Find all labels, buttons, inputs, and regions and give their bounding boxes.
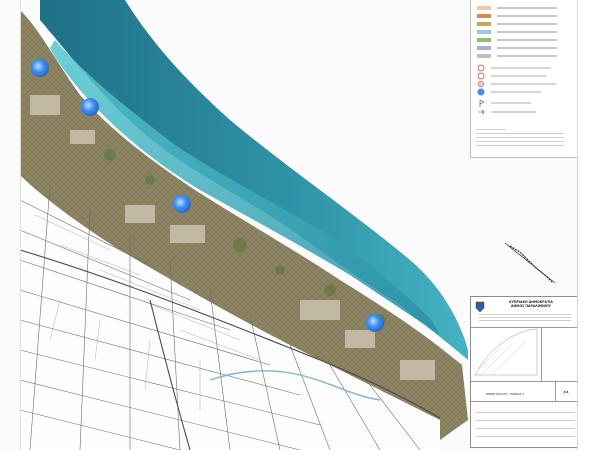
legend-label-line bbox=[497, 7, 557, 9]
title-block-divider bbox=[555, 381, 556, 401]
title-block-header: ΚΥΠΡΙΑΚΗ ΔΗΜΟΚΡΑΤΙΑ ΔΗΜΟΣ ΠΑΡΑΛΙΜΝΙΟΥ bbox=[487, 300, 575, 308]
beach-point-3-marker[interactable] bbox=[173, 195, 191, 213]
flag-icon bbox=[479, 99, 531, 107]
project-description bbox=[479, 312, 571, 323]
description-line bbox=[479, 320, 571, 321]
legend-swatch bbox=[477, 38, 491, 42]
beach-point-4-marker[interactable] bbox=[366, 314, 384, 332]
circle-arrow-icon bbox=[477, 72, 546, 80]
legend-swatch bbox=[477, 54, 491, 58]
legend-label-line bbox=[497, 55, 557, 57]
location-inset bbox=[474, 328, 538, 376]
legend-swatch bbox=[477, 14, 491, 18]
title-block: ΚΥΠΡΙΑΚΗ ΔΗΜΟΚΡΑΤΙΑ ΔΗΜΟΣ ΠΑΡΑΛΙΜΝΙΟΥ ΓΕ… bbox=[470, 296, 579, 448]
legend-swatch bbox=[477, 22, 491, 26]
revision-row bbox=[475, 431, 575, 437]
description-line bbox=[479, 317, 571, 318]
revision-row bbox=[475, 415, 575, 421]
key-map bbox=[504, 242, 556, 284]
notes-line bbox=[476, 145, 564, 146]
notes-line bbox=[476, 133, 564, 134]
notes-line bbox=[476, 137, 564, 138]
title-block-header-line-2: ΔΗΜΟΣ ΠΑΡΑΛΙΜΝΙΟΥ bbox=[511, 304, 551, 308]
legend-swatch bbox=[477, 6, 491, 10]
legend-label-line bbox=[497, 47, 557, 49]
drawing-title: ΓΕΝΙΚΗ ΔΙΑΤΑΞΗ - ΠΙΝΑΚΑΣ 1 bbox=[485, 393, 525, 396]
legend-label-line bbox=[497, 23, 557, 25]
beach-point-2-marker[interactable] bbox=[81, 98, 99, 116]
revision-row bbox=[475, 407, 575, 413]
arrow-icon bbox=[478, 109, 536, 115]
blue-dot-icon bbox=[477, 88, 541, 96]
notes-heading-line bbox=[476, 129, 506, 130]
legend-swatch bbox=[477, 46, 491, 50]
notes-line bbox=[476, 141, 564, 142]
legend-label-line bbox=[497, 31, 557, 33]
sheet-margin bbox=[578, 0, 600, 450]
title-block-divider bbox=[471, 401, 579, 402]
beach-point-1-marker[interactable] bbox=[31, 59, 49, 77]
revision-row bbox=[475, 423, 575, 429]
pink-circle-icon bbox=[477, 80, 556, 88]
sheet-number: Α/1 bbox=[563, 390, 569, 394]
sheet-left-border bbox=[20, 0, 21, 450]
legend-swatch bbox=[477, 30, 491, 34]
legend-label-line bbox=[497, 39, 557, 41]
title-block-divider bbox=[471, 381, 579, 382]
circle-arrow-icon bbox=[477, 64, 551, 72]
legend-label-line bbox=[497, 15, 557, 17]
description-line bbox=[479, 314, 571, 315]
legend-notes bbox=[470, 126, 570, 149]
map-sheet: ΚΥΠΡΙΑΚΗ ΔΗΜΟΚΡΑΤΙΑ ΔΗΜΟΣ ΠΑΡΑΛΙΜΝΙΟΥ ΓΕ… bbox=[0, 0, 600, 450]
